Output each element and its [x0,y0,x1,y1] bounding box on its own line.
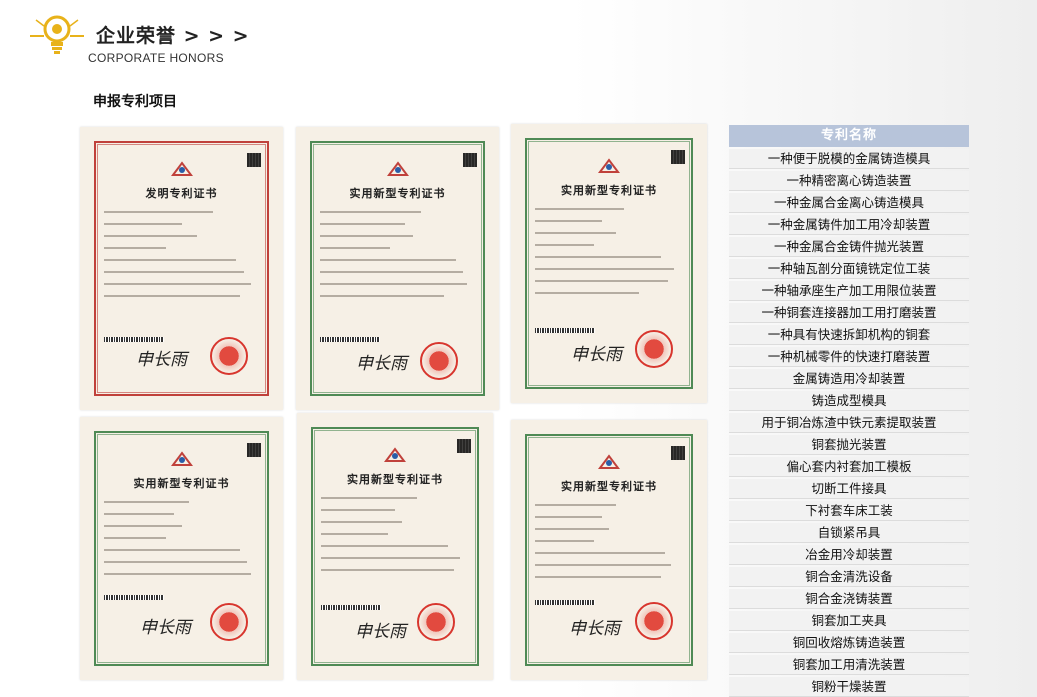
lightbulb-icon [30,15,84,54]
certificate-type: 实用新型专利证书 [561,184,657,197]
list-item: 铜套加工用清洗装置 [729,655,969,675]
list-item: 一种轴承座生产加工用限位装置 [729,281,969,301]
list-header: 专利名称 [729,125,969,147]
patent-certificate-1: 发明专利证书 申长雨 [80,127,283,410]
cnipa-logo-icon [386,161,409,176]
cnipa-logo-icon [598,454,620,469]
section-title: 申报专利项目 [93,94,177,110]
certificate-type: 实用新型专利证书 [349,187,446,200]
list-item: 一种金属铸件加工用冷却装置 [729,215,969,235]
list-item: 铜合金清洗设备 [729,567,969,587]
patent-certificate-2: 实用新型专利证书 申长雨 [296,127,499,410]
cnipa-logo-icon [384,447,406,462]
list-item: 一种具有快速拆卸机构的铜套 [729,325,969,345]
cnipa-logo-icon [598,158,620,173]
list-item: 铜合金浇铸装置 [729,589,969,609]
official-seal-icon [420,342,458,380]
certificate-type: 实用新型专利证书 [561,480,657,493]
list-item: 下衬套车床工装 [729,501,969,521]
list-item: 一种铜套连接器加工用打磨装置 [729,303,969,323]
patent-certificate-3: 实用新型专利证书 申长雨 [511,124,707,403]
patent-certificate-6: 实用新型专利证书 申长雨 [511,420,707,680]
patent-name-list: 专利名称 一种便于脱模的金属铸造模具 一种精密离心铸造装置 一种金属合金离心铸造… [729,125,969,697]
qr-code-icon [671,150,685,164]
list-item: 铸造成型模具 [729,391,969,411]
list-item: 用于铜冶炼渣中铁元素提取装置 [729,413,969,433]
patent-certificate-4: 实用新型专利证书 申长雨 [80,417,283,680]
certificate-type: 实用新型专利证书 [347,473,443,486]
certificate-type: 发明专利证书 [145,187,218,200]
list-item: 自锁紧吊具 [729,523,969,543]
qr-code-icon [671,446,685,460]
list-item: 铜套抛光装置 [729,435,969,455]
list-item: 一种金属合金铸件抛光装置 [729,237,969,257]
list-item: 金属铸造用冷却装置 [729,369,969,389]
list-item: 铜回收熔炼铸造装置 [729,633,969,653]
qr-code-icon [247,443,261,457]
list-item: 冶金用冷却装置 [729,545,969,565]
official-seal-icon [635,602,673,640]
page-subtitle: CORPORATE HONORS [88,51,224,65]
qr-code-icon [457,439,471,453]
list-item: 铜粉干燥装置 [729,677,969,697]
list-item: 一种便于脱模的金属铸造模具 [729,149,969,169]
official-seal-icon [210,603,248,641]
list-item: 一种金属合金离心铸造模具 [729,193,969,213]
certificate-type: 实用新型专利证书 [133,477,230,490]
list-item: 一种精密离心铸造装置 [729,171,969,191]
cnipa-logo-icon [170,451,193,466]
list-item: 一种轴瓦剖分面镜铣定位工装 [729,259,969,279]
page-title: 企业荣誉 > > > [96,25,250,47]
cnipa-logo-icon [170,161,193,176]
official-seal-icon [635,330,673,368]
list-item: 一种机械零件的快速打磨装置 [729,347,969,367]
list-item: 铜套加工夹具 [729,611,969,631]
list-item: 偏心套内衬套加工模板 [729,457,969,477]
qr-code-icon [247,153,261,167]
official-seal-icon [417,603,455,641]
patent-certificate-5: 实用新型专利证书 申长雨 [297,413,493,680]
qr-code-icon [463,153,477,167]
list-item: 切断工件接具 [729,479,969,499]
official-seal-icon [210,337,248,375]
